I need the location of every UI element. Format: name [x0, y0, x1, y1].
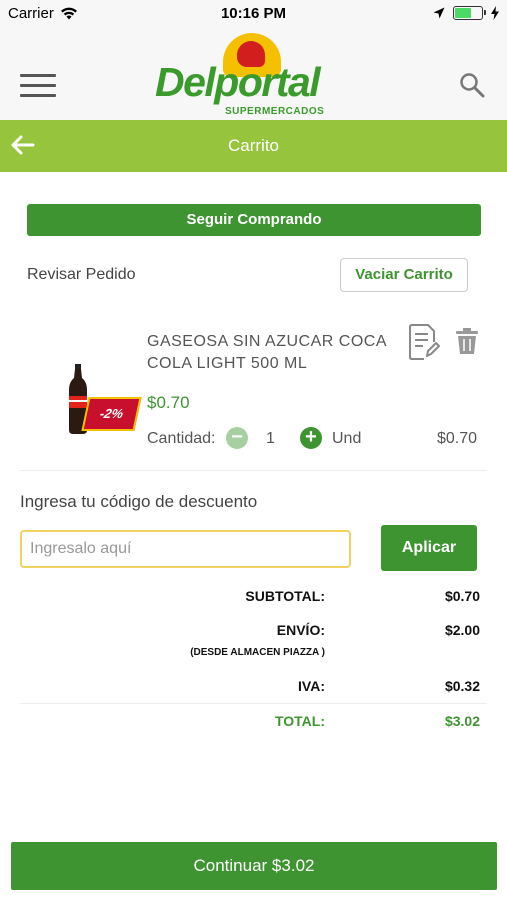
divider	[20, 470, 487, 471]
shipping-note: (DESDE ALMACEN PIAZZA )	[190, 647, 325, 658]
shipping-label: ENVÍO:	[276, 622, 325, 638]
quantity-decrease-button[interactable]: −	[226, 427, 248, 449]
logo-subtext: SUPERMERCADOS	[225, 106, 325, 117]
subtotal-value: $0.70	[444, 588, 480, 604]
discount-code-input[interactable]	[20, 530, 351, 568]
product-price: $0.70	[147, 393, 190, 412]
trash-icon[interactable]	[455, 327, 479, 355]
product-name: GASEOSA SIN AZUCAR COCA COLA LIGHT 500 M…	[147, 333, 387, 372]
page-title: Carrito	[227, 136, 279, 155]
shipping-value: $2.00	[444, 622, 480, 638]
discount-code-label: Ingresa tu código de descuento	[20, 492, 258, 511]
app-header: Delportal SUPERMERCADOS	[0, 28, 507, 120]
line-total: $0.70	[436, 430, 477, 447]
quantity-unit: Und	[332, 430, 362, 447]
charging-bolt-icon	[491, 6, 499, 20]
search-icon[interactable]	[459, 72, 485, 98]
apply-discount-button[interactable]: Aplicar	[381, 525, 477, 571]
clock: 10:16 PM	[220, 5, 287, 22]
status-bar: Carrier 10:16 PM	[0, 0, 507, 28]
total-label: TOTAL:	[274, 713, 325, 729]
empty-cart-button[interactable]: Vaciar Carrito	[340, 258, 468, 292]
tax-value: $0.32	[444, 678, 480, 694]
battery-fill	[455, 8, 471, 18]
hamburger-icon[interactable]	[20, 74, 56, 97]
tax-label: IVA:	[298, 678, 325, 694]
quantity-increase-button[interactable]: +	[300, 427, 322, 449]
edit-note-icon[interactable]	[406, 324, 440, 360]
review-order-label: Revisar Pedido	[27, 266, 136, 283]
location-arrow-icon	[433, 7, 445, 19]
delportal-logo: Delportal SUPERMERCADOS	[155, 31, 335, 119]
subtotal-label: SUBTOTAL:	[245, 588, 325, 604]
discount-badge: -2%	[81, 397, 142, 431]
continue-shopping-button[interactable]: Seguir Comprando	[27, 204, 481, 236]
title-bar: Carrito	[0, 120, 507, 172]
total-value: $3.02	[444, 713, 480, 729]
status-right	[433, 6, 499, 20]
battery-icon	[453, 6, 486, 20]
divider	[20, 703, 487, 704]
quantity-value: 1	[266, 430, 275, 447]
logo-wordmark: Delportal	[155, 59, 321, 105]
quantity-label: Cantidad:	[147, 430, 216, 447]
continue-checkout-button[interactable]: Continuar $3.02	[11, 842, 497, 890]
product-image: -2%	[65, 360, 145, 440]
